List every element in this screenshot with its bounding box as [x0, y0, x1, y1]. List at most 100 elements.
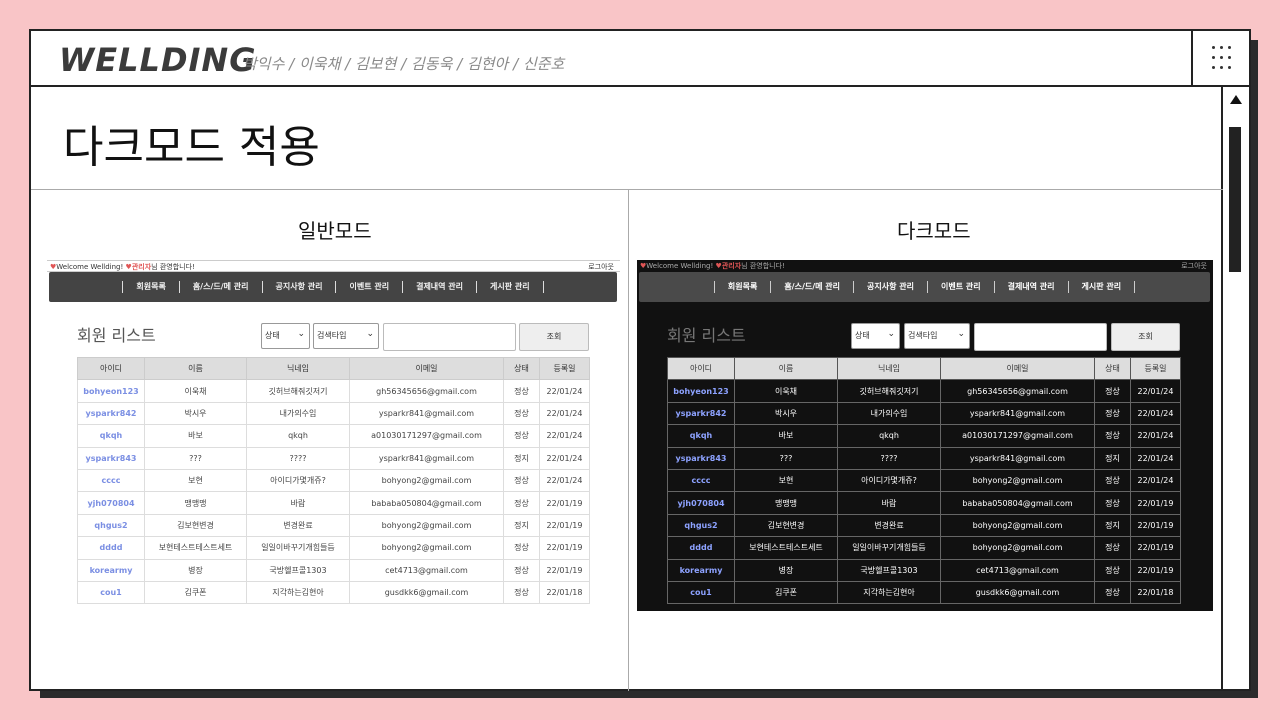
column-header-status[interactable]: 상태 [503, 356, 540, 381]
cell-id[interactable]: dddd [667, 536, 735, 560]
search-type-select[interactable]: 검색타입 [904, 322, 970, 349]
table-row[interactable]: cccc 보현 아이디가몇개쥬? bohyong2@gmail.com 정상 22/01/… [77, 468, 590, 493]
table-row[interactable]: yjh070804 맹맹맹 바람 bababa050804@gmail.com 정상 22… [77, 491, 590, 515]
search-button[interactable]: 조회 [1111, 323, 1180, 351]
cell-id[interactable]: ysparkr843 [77, 446, 145, 470]
column-header-id[interactable]: 아이디 [667, 356, 735, 381]
column-header-email[interactable]: 이메일 [940, 356, 1095, 381]
cell-status: 정상 [1094, 491, 1131, 515]
column-header-nickname[interactable]: 닉네임 [246, 356, 350, 381]
cell-id[interactable]: dddd [77, 536, 145, 560]
vertical-scrollbar[interactable] [1221, 87, 1249, 691]
title-divider [31, 189, 1223, 190]
table-row[interactable]: qkqh 바보 qkqh a01030171297@gmail.com 정상 22/01/… [667, 424, 1181, 448]
column-header-name[interactable]: 이름 [734, 356, 838, 381]
nav-item-members[interactable]: 회원목록 [713, 281, 770, 293]
column-header-status[interactable]: 상태 [1094, 356, 1131, 381]
cell-id[interactable]: ysparkr843 [667, 446, 735, 470]
cell-date: 22/01/24 [1130, 468, 1181, 493]
column-header-date[interactable]: 등록일 [1130, 356, 1181, 381]
nav-item-notice[interactable]: 공지사항 관리 [853, 281, 927, 293]
table-row[interactable]: ysparkr843??????? ysparkr841@gmail.com 정지 2… [77, 446, 590, 470]
search-input[interactable] [974, 323, 1107, 351]
table-row[interactable]: cccc 보현 아이디가몇개쥬? bohyong2@gmail.com 정상 22/01/… [667, 468, 1181, 493]
nav-item-board[interactable]: 게시판 관리 [476, 281, 544, 293]
cell-id[interactable]: korearmy [77, 558, 145, 582]
column-header-date[interactable]: 등록일 [539, 356, 590, 381]
table-header-row: 아이디 이름 닉네임 이메일 상태 등록일 [667, 356, 1181, 381]
cell-status: 정상 [503, 491, 540, 515]
cell-id[interactable]: bohyeon123 [667, 379, 735, 403]
nav-item-event[interactable]: 이벤트 관리 [926, 281, 994, 293]
table-row[interactable]: qkqh 바보 qkqh a01030171297@gmail.com 정상 22/01/… [77, 424, 590, 448]
cell-id[interactable]: qhgus2 [77, 513, 145, 538]
cell-id[interactable]: ysparkr842 [77, 401, 145, 426]
grid-dots-icon[interactable] [1191, 31, 1249, 85]
logout-link[interactable]: 로그아웃 [1181, 260, 1207, 272]
nav-item-payment[interactable]: 결제내역 관리 [993, 281, 1068, 293]
scroll-up-arrow-icon[interactable] [1230, 95, 1242, 104]
table-row[interactable]: qhgus2 김보현변경 변경완료 bohyong2@gmail.com 정지 22/01… [77, 513, 590, 538]
cell-status: 정상 [1094, 401, 1131, 426]
cell-id[interactable]: yjh070804 [667, 491, 735, 515]
cell-id[interactable]: cou1 [77, 580, 145, 605]
cell-id[interactable]: bohyeon123 [77, 379, 145, 403]
table-row[interactable]: yjh070804 맹맹맹 바람 bababa050804@gmail.com 정상 22… [667, 491, 1181, 515]
table-row[interactable]: dddd 보현테스트테스트세트 일일이바꾸기개힘들듬 bohyong2@gmail.c… [667, 536, 1181, 560]
cell-status: 정상 [1094, 536, 1131, 560]
search-button[interactable]: 조회 [519, 323, 589, 351]
column-divider [628, 189, 629, 691]
cell-id[interactable]: qkqh [667, 424, 735, 448]
cell-id[interactable]: ysparkr842 [667, 401, 735, 426]
cell-nickname: 지각하는김현아 [837, 580, 941, 605]
cell-name: 병장 [144, 558, 247, 582]
nav-item-notice[interactable]: 공지사항 관리 [261, 281, 336, 293]
cell-id[interactable]: cccc [77, 468, 145, 493]
column-header-nickname[interactable]: 닉네임 [837, 356, 941, 381]
cell-id[interactable]: yjh070804 [77, 491, 145, 515]
cell-name: 박시우 [734, 401, 838, 426]
cell-id[interactable]: qkqh [77, 424, 145, 448]
table-row[interactable]: cou1 김쿠폰 지각하는김현아 gusdkk6@gmail.com 정상 22/01/1… [667, 580, 1181, 605]
nav-item-payment[interactable]: 결제내역 관리 [402, 281, 476, 293]
table-row[interactable]: korearmy 병장 국방헬프콜1303 cet4713@gmail.com 정상 22… [77, 558, 590, 582]
table-row[interactable]: korearmy 병장 국방헬프콜1303 cet4713@gmail.com 정상 22… [667, 558, 1181, 582]
cell-nickname: 변경완료 [837, 513, 941, 538]
search-type-select[interactable]: 검색타입 [313, 322, 379, 349]
column-header-name[interactable]: 이름 [144, 356, 247, 381]
column-header-id[interactable]: 아이디 [77, 356, 145, 381]
cell-date: 22/01/18 [1130, 580, 1181, 605]
search-input[interactable] [383, 323, 516, 351]
table-row[interactable]: ysparkr843??????? ysparkr841@gmail.com 정지 2… [667, 446, 1181, 470]
page-title: 다크모드 적용 [63, 122, 320, 173]
cell-id[interactable]: qhgus2 [667, 513, 735, 538]
nav-item-board[interactable]: 게시판 관리 [1067, 281, 1136, 293]
column-header-email[interactable]: 이메일 [349, 356, 504, 381]
team-members: 박익수 / 이욱채 / 김보현 / 김동욱 / 김현아 / 신준호 [243, 55, 565, 73]
table-row[interactable]: qhgus2 김보현변경 변경완료 bohyong2@gmail.com 정지 22/01… [667, 513, 1181, 538]
status-select[interactable]: 상태 [851, 322, 900, 349]
cell-email: bohyong2@gmail.com [940, 468, 1095, 493]
cell-nickname: 아이디가몇개쥬? [246, 468, 350, 493]
cell-nickname: 바람 [246, 491, 350, 515]
nav-item-members[interactable]: 회원목록 [122, 281, 178, 293]
cell-email: ysparkr841@gmail.com [940, 446, 1095, 470]
table-row[interactable]: dddd 보현테스트테스트세트 일일이바꾸기개힘들듬 bohyong2@gmail.c… [77, 536, 590, 560]
table-row[interactable]: ysparkr842 박시우 내가의수임 ysparkr841@gmail.com 정상… [77, 401, 590, 426]
table-row[interactable]: cou1 김쿠폰 지각하는김현아 gusdkk6@gmail.com 정상 22/01/1… [77, 580, 590, 605]
cell-email: cet4713@gmail.com [940, 558, 1095, 582]
nav-item-hsdm[interactable]: 홈/스/드/메 관리 [770, 281, 853, 293]
table-row[interactable]: bohyeon123 이욱채 깃허브해줘깃저기 gh56345656@gmail.co… [77, 379, 590, 403]
scroll-thumb[interactable] [1229, 127, 1241, 272]
nav-item-event[interactable]: 이벤트 관리 [335, 281, 402, 293]
cell-email: cet4713@gmail.com [349, 558, 504, 582]
table-row[interactable]: bohyeon123 이욱채 깃허브해줘깃저기 gh56345656@gmail.co… [667, 379, 1181, 403]
cell-id[interactable]: cccc [667, 468, 735, 493]
nav-item-hsdm[interactable]: 홈/스/드/메 관리 [178, 281, 262, 293]
cell-name: 이욱채 [734, 379, 838, 403]
cell-id[interactable]: cou1 [667, 580, 735, 605]
status-select[interactable]: 상태 [261, 322, 310, 349]
table-row[interactable]: ysparkr842 박시우 내가의수임 ysparkr841@gmail.com 정상… [667, 401, 1181, 426]
cell-name: 보현테스트테스트세트 [144, 536, 247, 560]
cell-id[interactable]: korearmy [667, 558, 735, 582]
